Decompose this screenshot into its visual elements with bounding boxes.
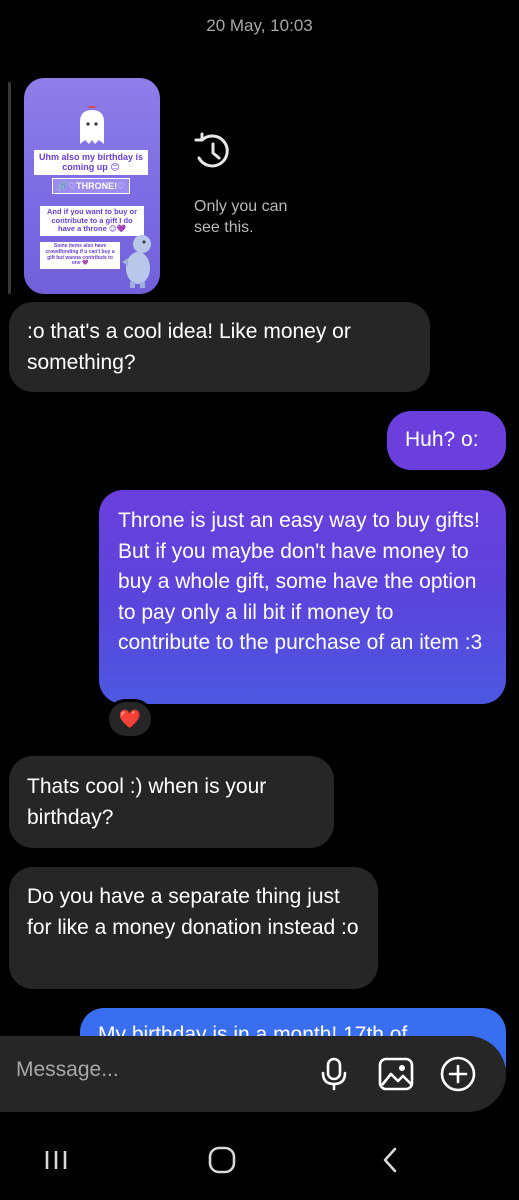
system-navigation-bar bbox=[0, 1112, 519, 1200]
plus-circle-icon[interactable] bbox=[438, 1054, 478, 1094]
recent-apps-icon[interactable] bbox=[26, 1140, 86, 1180]
history-icon bbox=[194, 132, 229, 168]
message-composer bbox=[0, 1036, 506, 1112]
message-incoming[interactable]: :o that's a cool idea! Like money or som… bbox=[9, 302, 430, 392]
message-input[interactable] bbox=[16, 1058, 286, 1082]
microphone-icon[interactable] bbox=[314, 1054, 354, 1094]
only-you-can-see-note: Only you can see this. bbox=[194, 198, 288, 236]
story-reply-preview[interactable]: Uhm also my birthday is coming up 😊 🔗♡TH… bbox=[24, 78, 160, 294]
message-outgoing[interactable]: Throne is just an easy way to buy gifts!… bbox=[99, 490, 506, 704]
home-icon[interactable] bbox=[192, 1140, 252, 1180]
back-icon[interactable] bbox=[360, 1140, 420, 1180]
story-text-crowdfunding: Some items also have crowdfunding if u c… bbox=[40, 242, 120, 269]
story-link-throne: 🔗♡THRONE!♡ bbox=[52, 178, 130, 195]
heart-reaction[interactable]: ❤️ bbox=[106, 699, 154, 739]
dinosaur-sticker bbox=[122, 235, 151, 288]
ghost-sticker bbox=[80, 106, 104, 144]
message-incoming[interactable]: Thats cool :) when is your birthday? bbox=[9, 756, 334, 848]
image-icon[interactable] bbox=[376, 1054, 416, 1094]
story-text-birthday: Uhm also my birthday is coming up 😊 bbox=[34, 150, 148, 175]
message-outgoing[interactable]: Huh? o: bbox=[387, 411, 506, 470]
message-incoming[interactable]: Do you have a separate thing just for li… bbox=[9, 867, 378, 989]
reply-indicator-line bbox=[8, 82, 11, 294]
date-timestamp: 20 May, 10:03 bbox=[206, 16, 313, 35]
